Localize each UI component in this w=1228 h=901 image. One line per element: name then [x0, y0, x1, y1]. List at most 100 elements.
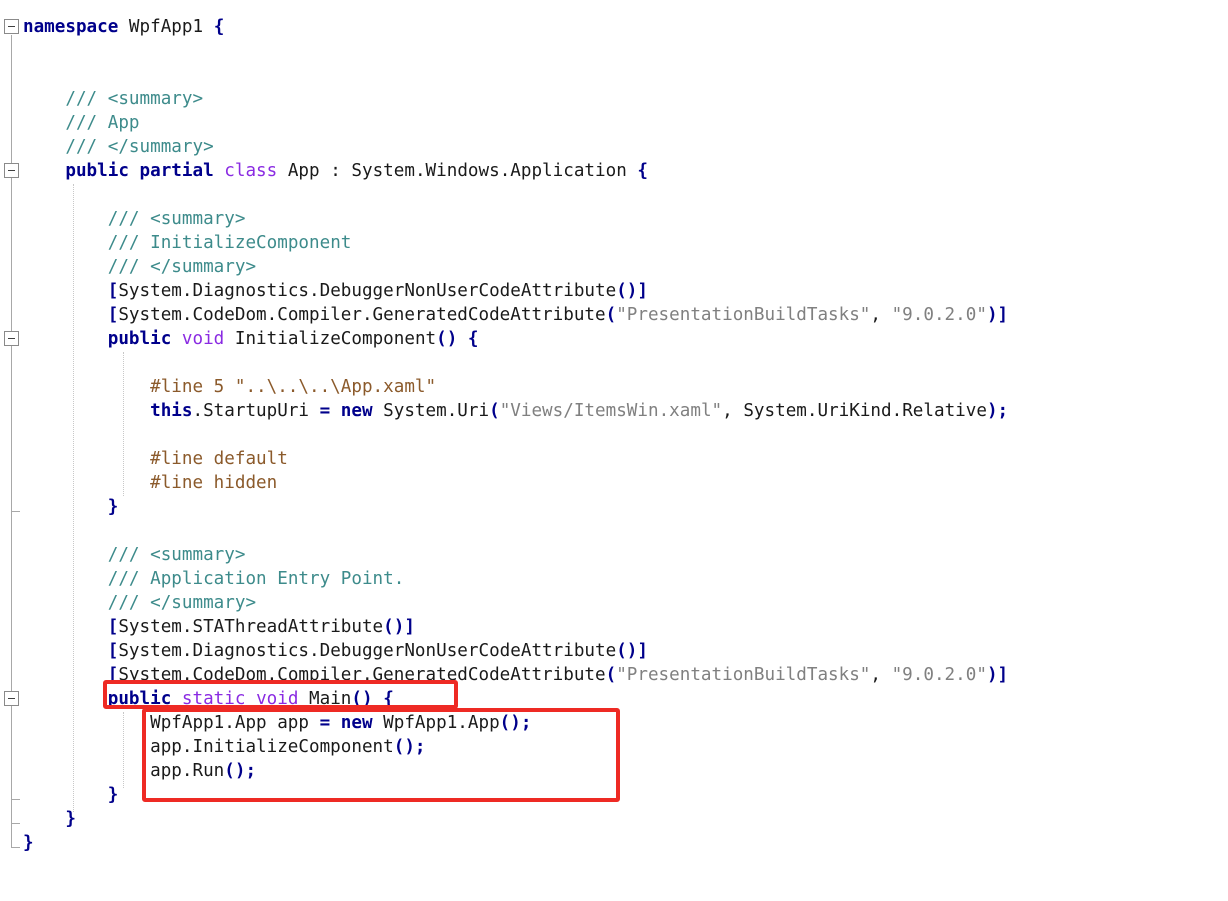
- code-line[interactable]: #line default: [23, 447, 288, 471]
- code-token: "PresentationBuildTasks": [616, 665, 871, 685]
- fold-toggle-namespace[interactable]: [4, 19, 19, 34]
- code-line[interactable]: /// Application Entry Point.: [23, 567, 405, 591]
- code-line[interactable]: /// <summary>: [23, 543, 246, 567]
- highlight-box-main-signature: [103, 680, 458, 709]
- code-token: [: [107, 281, 119, 301]
- fold-toggle-class[interactable]: [4, 163, 19, 178]
- code-token: "9.0.2.0": [891, 665, 987, 685]
- code-token: }: [65, 809, 76, 829]
- fold-end-main: [11, 799, 20, 800]
- fold-toggle-main[interactable]: [4, 691, 19, 706]
- code-token: }: [107, 785, 119, 805]
- code-token: class: [224, 161, 278, 181]
- code-token: ()]: [616, 281, 648, 301]
- code-line[interactable]: namespace WpfApp1 {: [23, 15, 224, 39]
- code-line[interactable]: /// App: [23, 111, 139, 135]
- code-token: (): [436, 329, 458, 349]
- fold-gutter: [0, 0, 22, 901]
- fold-end-namespace: [11, 847, 20, 848]
- code-token: App : System.Windows.Application: [277, 161, 638, 181]
- code-line[interactable]: }: [23, 495, 119, 519]
- code-token: {: [637, 161, 648, 181]
- code-line[interactable]: /// </summary>: [23, 135, 213, 159]
- code-token: ()]: [616, 641, 648, 661]
- code-line[interactable]: /// <summary>: [23, 87, 203, 111]
- code-token: /// </summary>: [107, 257, 257, 277]
- code-token: /// <summary>: [107, 545, 246, 565]
- code-token: /// <summary>: [65, 89, 204, 109]
- code-token: #line hidden: [150, 473, 278, 493]
- code-token: (: [605, 305, 617, 325]
- code-token: System.Diagnostics.DebuggerNonUserCodeAt…: [118, 281, 617, 301]
- code-token: )]: [986, 305, 1009, 325]
- fold-end-class: [11, 823, 20, 824]
- code-token: System.STAThreadAttribute: [118, 617, 384, 637]
- code-token: public: [65, 161, 129, 181]
- code-line[interactable]: /// <summary>: [23, 207, 246, 231]
- code-token: System.Uri: [372, 401, 490, 421]
- code-line[interactable]: public partial class App : System.Window…: [23, 159, 648, 183]
- code-token: namespace: [23, 17, 119, 37]
- code-token: System.Diagnostics.DebuggerNonUserCodeAt…: [118, 641, 617, 661]
- code-token: /// Application Entry Point.: [107, 569, 405, 589]
- code-line[interactable]: }: [23, 831, 34, 855]
- code-token: "PresentationBuildTasks": [616, 305, 871, 325]
- code-token: "Views/ItemsWin.xaml": [499, 401, 723, 421]
- code-token: }: [23, 833, 34, 853]
- code-token: {: [467, 329, 479, 349]
- code-token: ,: [870, 305, 892, 325]
- code-token: /// </summary>: [107, 593, 257, 613]
- code-token: {: [213, 17, 225, 37]
- code-token: .StartupUri: [192, 401, 320, 421]
- fold-line-namespace: [11, 35, 12, 847]
- code-token: }: [107, 497, 119, 517]
- code-line[interactable]: [System.Diagnostics.DebuggerNonUserCodeA…: [23, 279, 648, 303]
- code-token: this: [150, 401, 193, 421]
- fold-end-initialize: [11, 511, 20, 512]
- code-line[interactable]: [System.Diagnostics.DebuggerNonUserCodeA…: [23, 639, 648, 663]
- code-token: InitializeComponent: [224, 329, 437, 349]
- code-line[interactable]: this.StartupUri = new System.Uri("Views/…: [23, 399, 1008, 423]
- code-line[interactable]: #line 5 "..\..\..\App.xaml": [23, 375, 436, 399]
- code-token: =: [319, 401, 331, 421]
- code-line[interactable]: /// InitializeComponent: [23, 231, 352, 255]
- code-editor[interactable]: namespace WpfApp1 { /// <summary> /// Ap…: [0, 0, 1228, 901]
- code-line[interactable]: #line hidden: [23, 471, 277, 495]
- code-token: /// InitializeComponent: [107, 233, 352, 253]
- code-line[interactable]: /// </summary>: [23, 255, 256, 279]
- code-line[interactable]: public void InitializeComponent() {: [23, 327, 479, 351]
- code-line[interactable]: /// </summary>: [23, 591, 256, 615]
- fold-toggle-initialize-component[interactable]: [4, 331, 19, 346]
- code-line[interactable]: [System.STAThreadAttribute()]: [23, 615, 415, 639]
- code-line[interactable]: }: [23, 783, 119, 807]
- code-line[interactable]: }: [23, 807, 76, 831]
- code-token: (: [605, 665, 617, 685]
- code-token: , System.UriKind.Relative: [722, 401, 987, 421]
- code-token: )]: [986, 665, 1009, 685]
- code-line[interactable]: [System.CodeDom.Compiler.GeneratedCodeAt…: [23, 303, 1008, 327]
